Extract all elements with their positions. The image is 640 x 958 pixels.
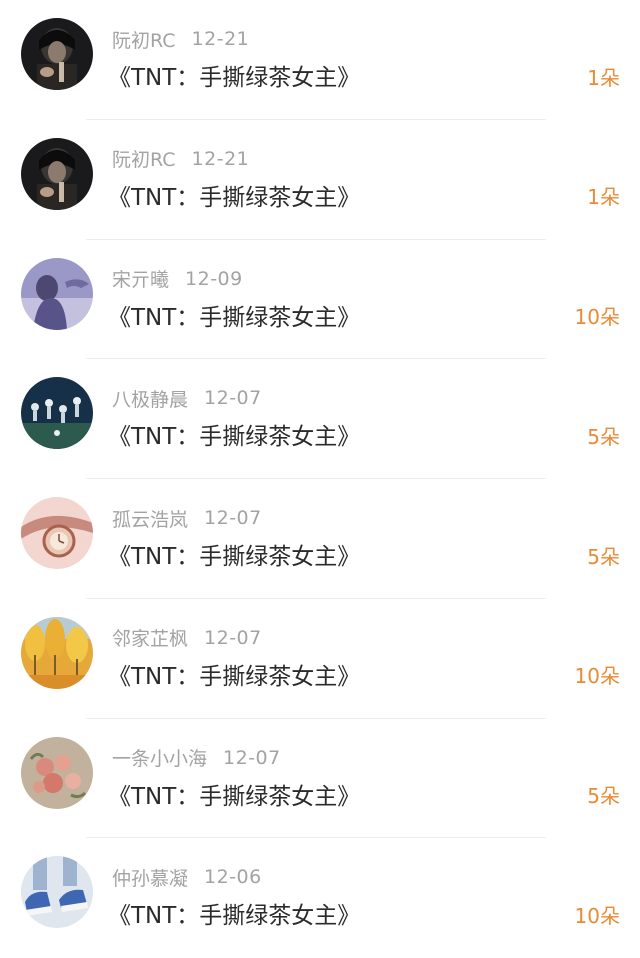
dark-portrait-icon: [21, 137, 93, 210]
book-title[interactable]: 《TNT：手撕绿茶女主》: [108, 178, 360, 212]
purple-figure-icon: [21, 257, 93, 330]
avatar[interactable]: [21, 856, 93, 929]
flower-count: 5朵: [587, 544, 620, 569]
user-name[interactable]: 八极静晨: [112, 385, 188, 412]
avatar[interactable]: [21, 18, 93, 90]
user-name[interactable]: 孤云浩岚: [112, 505, 188, 532]
item-meta: 阮初RC 12-21: [112, 146, 249, 172]
avatar[interactable]: [21, 257, 93, 330]
avatar[interactable]: [21, 497, 93, 569]
book-title[interactable]: 《TNT：手撕绿茶女主》: [108, 58, 360, 92]
user-name[interactable]: 仲孙慕凝: [112, 864, 188, 891]
flower-count: 5朵: [587, 784, 620, 808]
list-item[interactable]: 宋亓曦 12-09 《TNT：手撕绿茶女主》 10朵: [0, 240, 640, 360]
list-item[interactable]: 邻家芷枫 12-07 《TNT：手撕绿茶女主》 10朵: [0, 599, 640, 719]
watch-photo-icon: [21, 497, 93, 569]
item-date: 12-21: [191, 28, 250, 50]
night-scene-icon: [21, 377, 93, 450]
flower-count: 10朵: [574, 305, 620, 329]
item-meta: 邻家芷枫 12-07: [112, 625, 262, 651]
item-meta: 孤云浩岚 12-07: [112, 505, 262, 531]
book-title[interactable]: 《TNT：手撕绿茶女主》: [108, 417, 360, 451]
avatar[interactable]: [21, 377, 93, 450]
list-item[interactable]: 孤云浩岚 12-07 《TNT：手撕绿茶女主》 5朵: [0, 479, 640, 599]
item-meta: 阮初RC 12-21: [112, 26, 249, 52]
book-title[interactable]: 《TNT：手撕绿茶女主》: [108, 777, 360, 811]
user-name[interactable]: 一条小小海: [112, 744, 207, 771]
list-item[interactable]: 八极静晨 12-07 《TNT：手撕绿茶女主》 5朵: [0, 359, 640, 479]
book-title[interactable]: 《TNT：手撕绿茶女主》: [108, 896, 360, 930]
roses-icon: [21, 736, 93, 809]
item-date: 12-07: [204, 507, 262, 529]
item-date: 12-21: [191, 147, 250, 170]
item-date: 12-07: [204, 626, 262, 649]
item-date: 12-09: [185, 267, 243, 290]
item-date: 12-06: [204, 866, 262, 889]
flower-count: 5朵: [587, 424, 620, 449]
list-item[interactable]: 阮初RC 12-21 《TNT：手撕绿茶女主》 1朵: [0, 0, 640, 120]
dark-portrait-icon: [21, 18, 93, 90]
book-title[interactable]: 《TNT：手撕绿茶女主》: [108, 657, 360, 691]
user-name[interactable]: 宋亓曦: [112, 265, 169, 292]
flower-count: 10朵: [574, 664, 620, 689]
avatar[interactable]: [21, 736, 93, 809]
flower-count: 1朵: [587, 65, 620, 90]
user-name[interactable]: 阮初RC: [112, 26, 176, 53]
list-item[interactable]: 仲孙慕凝 12-06 《TNT：手撕绿茶女主》 10朵: [0, 838, 640, 958]
item-meta: 仲孙慕凝 12-06: [112, 864, 262, 890]
item-date: 12-07: [223, 746, 281, 769]
user-name[interactable]: 邻家芷枫: [112, 624, 188, 651]
flower-count: 10朵: [574, 903, 620, 928]
book-title[interactable]: 《TNT：手撕绿茶女主》: [108, 537, 360, 571]
autumn-trees-icon: [21, 616, 93, 689]
flower-count: 1朵: [587, 185, 620, 210]
gift-record-list: 阮初RC 12-21 《TNT：手撕绿茶女主》 1朵 阮初RC 12-21 《T…: [0, 0, 640, 958]
avatar[interactable]: [21, 137, 93, 210]
item-date: 12-07: [204, 387, 262, 410]
sneakers-icon: [21, 856, 93, 929]
user-name[interactable]: 阮初RC: [112, 145, 176, 172]
item-meta: 一条小小海 12-07: [112, 745, 281, 771]
list-item[interactable]: 一条小小海 12-07 《TNT：手撕绿茶女主》 5朵: [0, 719, 640, 839]
item-meta: 八极静晨 12-07: [112, 385, 262, 411]
list-item[interactable]: 阮初RC 12-21 《TNT：手撕绿茶女主》 1朵: [0, 120, 640, 240]
avatar[interactable]: [21, 616, 93, 689]
book-title[interactable]: 《TNT：手撕绿茶女主》: [108, 298, 360, 332]
item-meta: 宋亓曦 12-09: [112, 266, 243, 292]
